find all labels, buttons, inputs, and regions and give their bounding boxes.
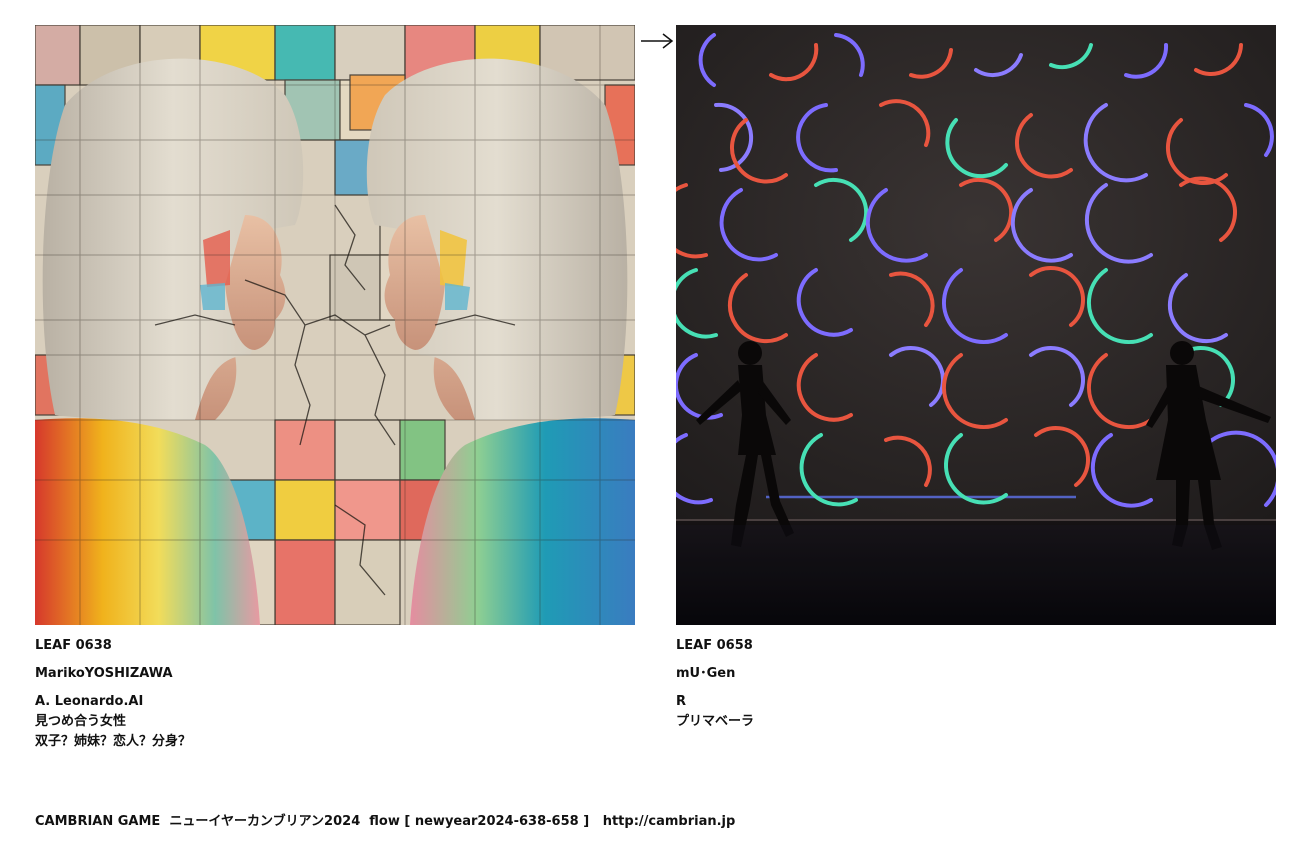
- footer-credit: CAMBRIAN GAME ニューイヤーカンブリアン2024 flow [ ne…: [35, 814, 736, 829]
- caption-left: LEAF 0638 MarikoYOSHIZAWA A. Leonardo.AI…: [35, 636, 635, 752]
- artwork-image-left: [35, 25, 635, 625]
- caption-right: LEAF 0658 mU･Gen R プリマベーラ: [676, 636, 1276, 732]
- leaf-id-right: LEAF 0658: [676, 638, 753, 653]
- category-right: R: [676, 694, 687, 709]
- category-left: A. Leonardo.AI: [35, 694, 144, 709]
- author-left: MarikoYOSHIZAWA: [35, 666, 173, 681]
- title-right: プリマベーラ: [676, 714, 755, 729]
- right-arrow-icon: [640, 28, 674, 54]
- comment-left: 双子？姉妹？恋人？分身？: [35, 734, 192, 749]
- leaf-id-left: LEAF 0638: [35, 638, 112, 653]
- author-right: mU･Gen: [676, 666, 736, 681]
- artwork-image-right: [676, 25, 1276, 625]
- title-left: 見つめ合う女性: [35, 714, 127, 729]
